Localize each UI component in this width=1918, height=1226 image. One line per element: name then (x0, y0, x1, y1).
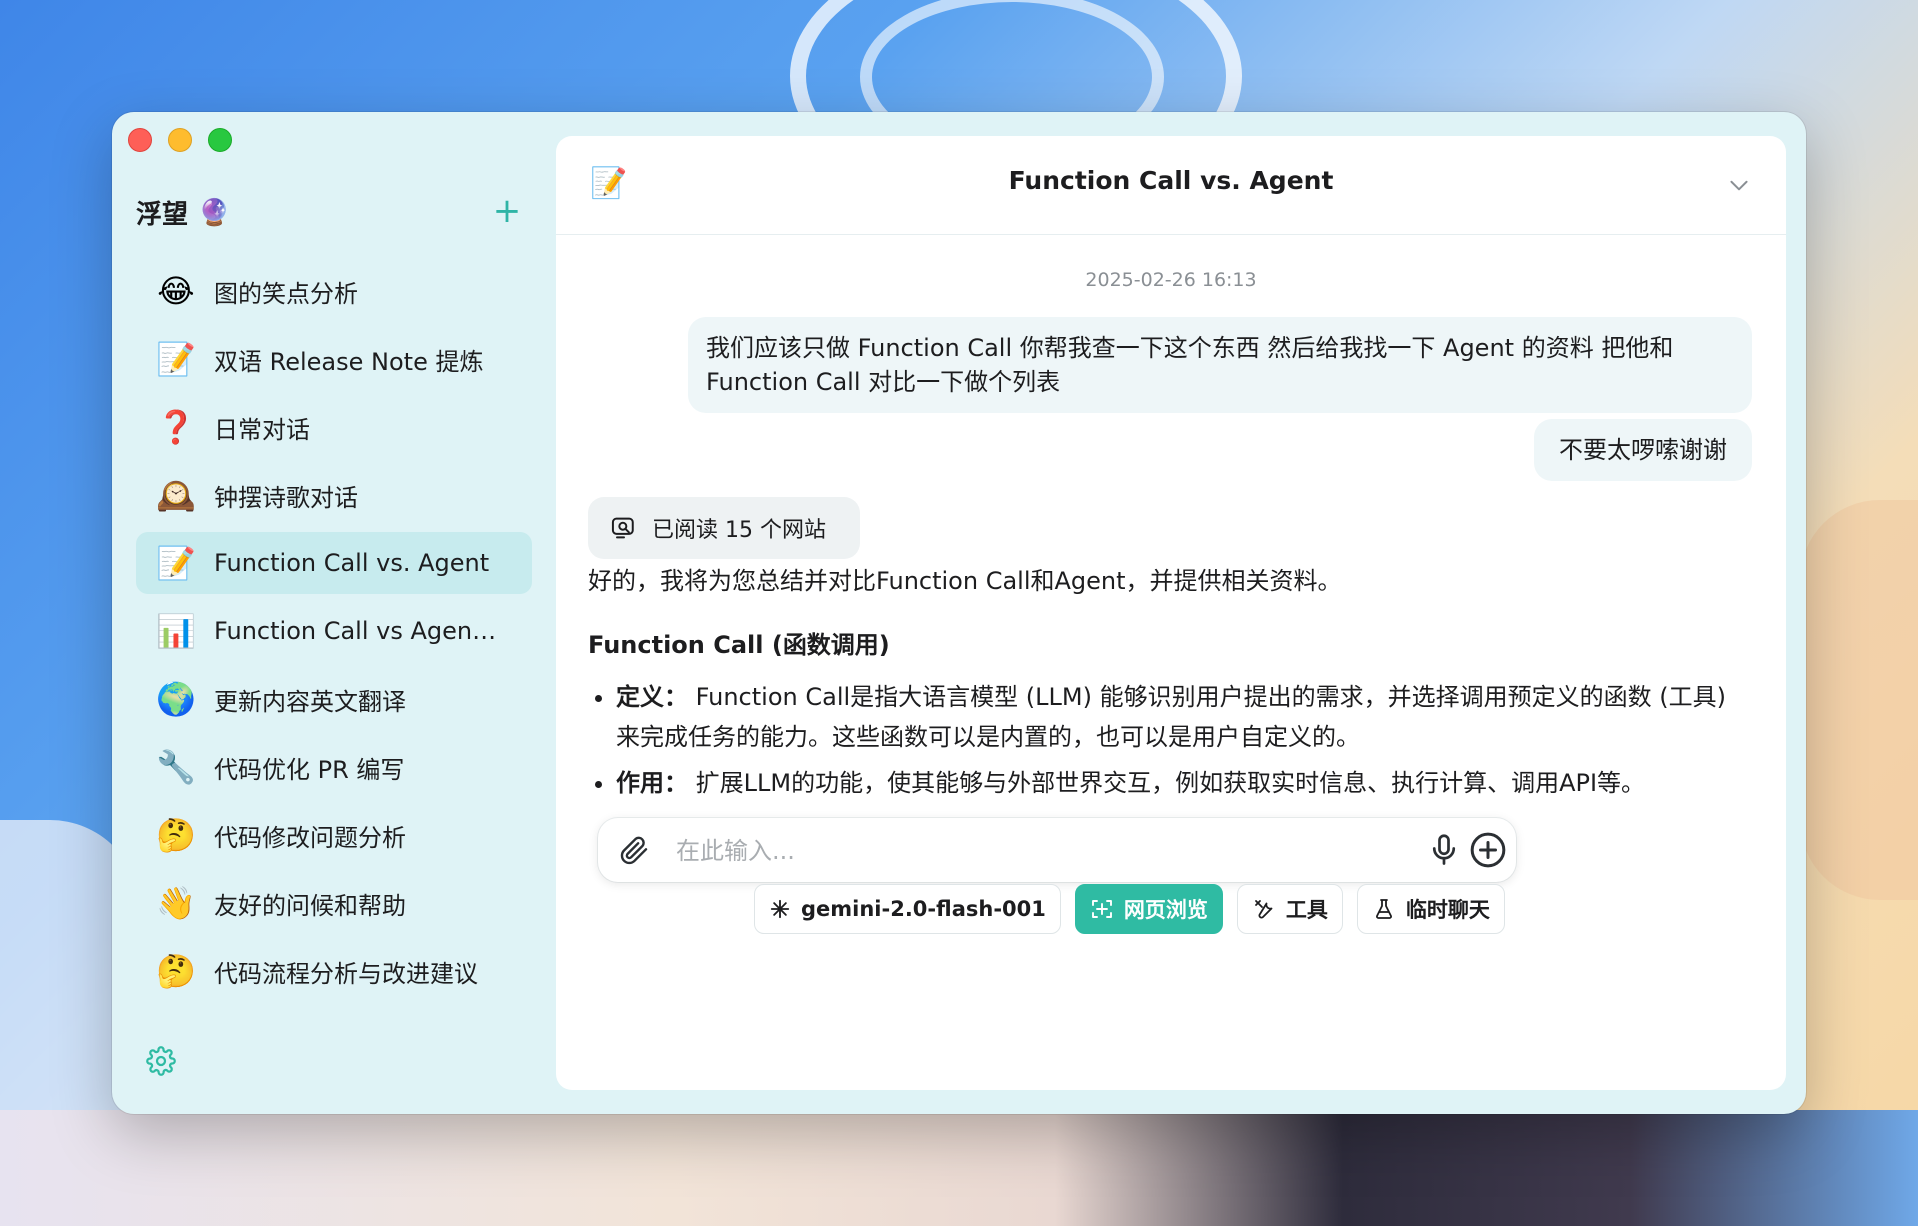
answer-item-label: 定义： (616, 683, 688, 711)
web-browse-label: 网页浏览 (1123, 898, 1208, 922)
conversation-item[interactable]: 👋 友好的问候和帮助 (136, 872, 532, 934)
conversation-title: Function Call vs. Agent (214, 549, 490, 577)
message-input[interactable] (674, 828, 1378, 874)
user-message: 不要太啰嗦谢谢 (1534, 419, 1752, 481)
chat-panel: 📝 Function Call vs. Agent 2025-02-26 16:… (556, 136, 1786, 1090)
conversation-item[interactable]: 🤔 代码修改问题分析 (136, 804, 532, 866)
answer-heading: Function Call (函数调用) (588, 631, 890, 659)
settings-gear-icon[interactable] (146, 1046, 176, 1076)
conversation-item-active[interactable]: 📝 Function Call vs. Agent (136, 532, 532, 594)
wallpaper-shape-right (1800, 500, 1918, 900)
conversation-emoji-icon: 🌍 (156, 680, 196, 718)
conversation-item[interactable]: 😂 图的笑点分析 (136, 260, 532, 322)
conversation-item[interactable]: 🔧 代码优化 PR 编写 (136, 736, 532, 798)
conversation-item[interactable]: 🌍 更新内容英文翻译 (136, 668, 532, 730)
conversation-title: 友好的问候和帮助 (214, 891, 406, 920)
tools-button[interactable]: 工具 (1236, 884, 1343, 934)
sidebar-header: 浮望 🔮 (136, 194, 230, 231)
app-title: 浮望 (136, 200, 189, 230)
conversation-emoji-icon: 🤔 (156, 816, 196, 854)
tools-label: 工具 (1285, 898, 1328, 922)
chat-title: Function Call vs. Agent (1008, 166, 1334, 195)
model-selector-button[interactable]: gemini-2.0-flash-001 (754, 884, 1061, 934)
answer-list: 定义： Function Call是指大语言模型 (LLM) 能够识别用户提出的… (588, 677, 1754, 803)
conversation-emoji-icon: 🕰️ (156, 476, 196, 514)
new-chat-button[interactable]: + (490, 194, 524, 230)
answer-list-item: 作用： 扩展LLM的功能，使其能够与外部世界交互，例如获取实时信息、执行计算、调… (616, 763, 1754, 803)
microphone-icon[interactable] (1426, 832, 1462, 868)
chat-header: 📝 Function Call vs. Agent (556, 136, 1786, 235)
app-window: 浮望 🔮 + 😂 图的笑点分析 📝 双语 Release Note 提炼 ❓ 日… (112, 112, 1806, 1114)
conversation-list: 😂 图的笑点分析 📝 双语 Release Note 提炼 ❓ 日常对话 🕰️ … (136, 260, 532, 1008)
search-web-icon (611, 517, 634, 539)
conversation-emoji-icon: 📝 (156, 544, 196, 582)
sparkle-icon (770, 899, 790, 919)
conversation-title: 代码流程分析与改进建议 (214, 959, 478, 988)
conversation-item[interactable]: 🕰️ 钟摆诗歌对话 (136, 464, 532, 526)
web-scan-icon (1091, 900, 1112, 918)
answer-item-label: 作用： (616, 769, 688, 797)
composer (598, 818, 1516, 882)
conversation-title: 日常对话 (214, 415, 310, 444)
conversation-emoji-icon: 📊 (156, 612, 196, 650)
conversation-emoji-icon: 👋 (156, 884, 196, 922)
message-list[interactable]: 2025-02-26 16:13 我们应该只做 Function Call 你帮… (556, 235, 1786, 891)
conversation-emoji-icon: 😂 (157, 272, 195, 310)
conversation-emoji-icon: 📝 (156, 340, 196, 378)
flask-icon (1375, 899, 1392, 919)
conversation-title: 钟摆诗歌对话 (214, 483, 358, 512)
plus-circle-icon[interactable] (1468, 830, 1508, 870)
composer-toolbar: gemini-2.0-flash-001 网页浏览 工具 临时聊天 (754, 884, 1505, 936)
conversation-title: 更新内容英文翻译 (214, 687, 406, 716)
answer-item-text: Function Call是指大语言模型 (LLM) 能够识别用户提出的需求，并… (616, 683, 1726, 751)
web-browse-toggle[interactable]: 网页浏览 (1074, 884, 1223, 934)
conversation-item[interactable]: 📊 Function Call vs Agent... (136, 600, 532, 662)
chevron-down-icon[interactable] (1726, 172, 1752, 198)
wallpaper-bottom (0, 1110, 1918, 1226)
conversation-title: 图的笑点分析 (214, 279, 358, 308)
user-message: 我们应该只做 Function Call 你帮我查一下这个东西 然后给我找一下 … (688, 317, 1752, 413)
temporary-chat-button[interactable]: 临时聊天 (1356, 884, 1505, 934)
answer-list-item: 定义： Function Call是指大语言模型 (LLM) 能够识别用户提出的… (616, 677, 1754, 757)
conversation-emoji-icon: 🤔 (156, 952, 196, 990)
answer-item-text: 扩展LLM的功能，使其能够与外部世界交互，例如获取实时信息、执行计算、调用API… (695, 769, 1646, 797)
conversation-emoji-icon: 🔧 (156, 748, 196, 786)
conversation-title: Function Call vs Agent... (214, 617, 504, 645)
conversation-emoji-icon: ❓ (156, 408, 196, 446)
read-sites-button[interactable]: 已阅读 15 个网站 (588, 497, 860, 559)
answer-intro: 好的，我将为您总结并对比Function Call和Agent，并提供相关资料。 (588, 567, 1342, 595)
conversation-item[interactable]: 🤔 代码流程分析与改进建议 (136, 940, 532, 1002)
conversation-title: 代码修改问题分析 (214, 823, 406, 852)
message-timestamp: 2025-02-26 16:13 (1085, 269, 1257, 291)
temporary-chat-label: 临时聊天 (1405, 898, 1490, 922)
tools-icon (1254, 900, 1273, 919)
read-sites-label: 已阅读 15 个网站 (652, 518, 826, 543)
paperclip-icon[interactable] (618, 834, 650, 866)
conversation-title: 双语 Release Note 提炼 (214, 347, 484, 376)
model-name: gemini-2.0-flash-001 (801, 897, 1046, 921)
conversation-item[interactable]: 📝 双语 Release Note 提炼 (136, 328, 532, 390)
assistant-message: 好的，我将为您总结并对比Function Call和Agent，并提供相关资料。… (588, 561, 1754, 809)
conversation-item[interactable]: ❓ 日常对话 (136, 396, 532, 458)
conversation-title: 代码优化 PR 编写 (214, 755, 405, 784)
sidebar: 浮望 🔮 + 😂 图的笑点分析 📝 双语 Release Note 提炼 ❓ 日… (112, 112, 556, 1114)
app-title-emoji: 🔮 (198, 197, 231, 228)
